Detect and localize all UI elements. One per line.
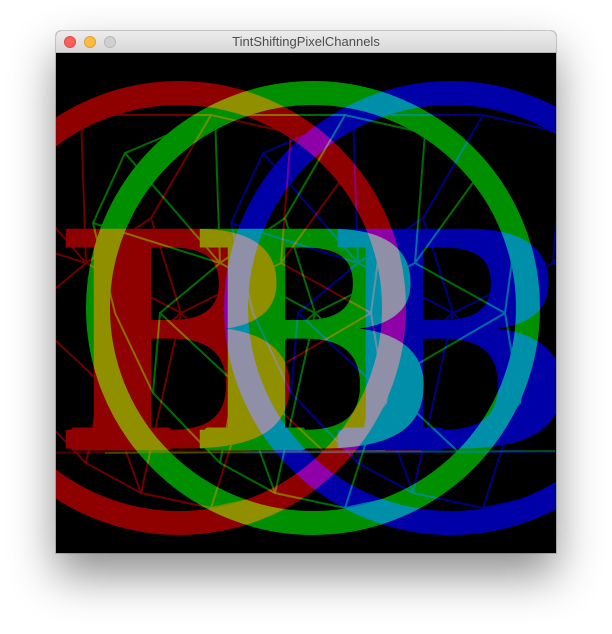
window-title: TintShiftingPixelChannels [232, 34, 380, 49]
desktop: TintShiftingPixelChannels B [0, 0, 612, 634]
render-canvas: B [56, 53, 556, 553]
title-bar[interactable]: TintShiftingPixelChannels [56, 31, 556, 53]
app-window: TintShiftingPixelChannels B [56, 31, 556, 553]
tinted-logo-graphic: B [56, 53, 556, 553]
